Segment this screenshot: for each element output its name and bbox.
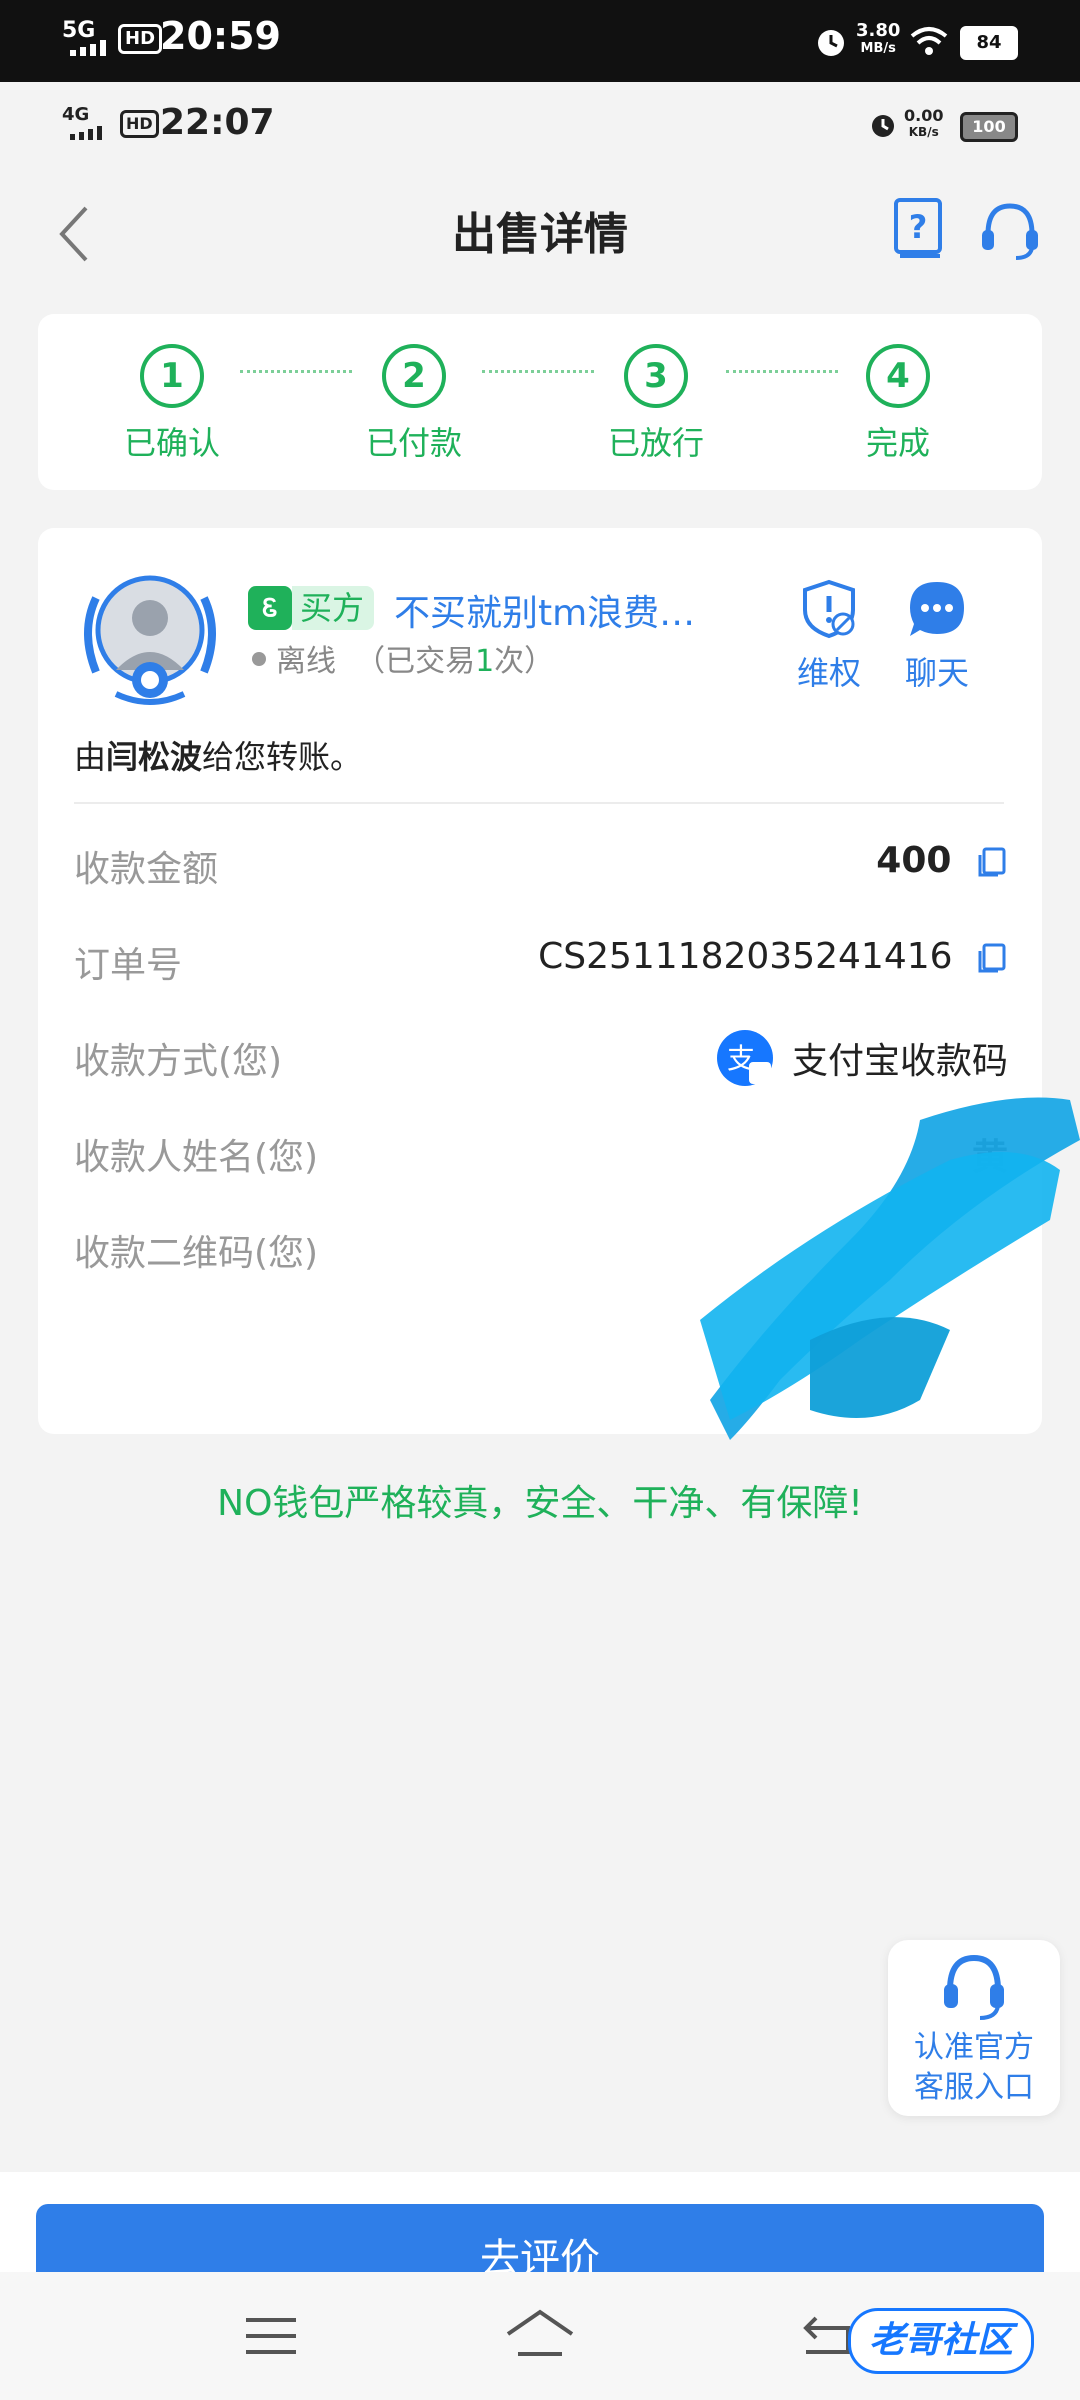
buyer-name[interactable]: 不买就别tm浪费… <box>394 584 695 636</box>
clock: 22:07 <box>160 102 275 143</box>
help-book-icon[interactable]: ? <box>892 196 946 260</box>
outer-status-bar: 5G HD 20:59 3.80 MB/s 84 <box>0 0 1080 82</box>
signal-icon <box>70 126 102 140</box>
offline-dot-icon <box>252 652 266 666</box>
buyer-status: 离线 （已交易1次） <box>276 644 555 679</box>
slogan-text: NO钱包严格较真，安全、干净、有保障! <box>217 1483 863 1524</box>
step-paid: 2 已付款 <box>344 344 484 464</box>
step-label: 已放行 <box>607 424 704 462</box>
system-nav-bar: 老哥社区 <box>0 2272 1080 2400</box>
step-connector <box>240 370 352 373</box>
step-number: 4 <box>866 344 930 408</box>
step-released: 3 已放行 <box>586 344 726 464</box>
chat-label: 聊天 <box>904 654 969 692</box>
signal-icon <box>70 40 106 56</box>
step-label: 完成 <box>865 424 930 462</box>
transfer-note: 由闫松波给您转账。 <box>74 738 363 776</box>
buyer-role-tag: 买方 <box>292 586 375 630</box>
network-type: 4G <box>62 104 90 125</box>
amount-label: 收款金额 <box>74 849 219 890</box>
order-number-value: CS2511182035241416 <box>538 936 1008 977</box>
step-number: 3 <box>624 344 688 408</box>
net-speed: 3.80 MB/s <box>856 20 901 57</box>
step-complete: 4 完成 <box>828 344 968 464</box>
customer-service-icon[interactable] <box>978 198 1042 262</box>
copy-icon[interactable] <box>974 845 1008 879</box>
wifi-icon <box>910 27 948 55</box>
step-number: 2 <box>382 344 446 408</box>
step-connector <box>726 370 838 373</box>
clock: 20:59 <box>160 14 281 58</box>
svg-text:?: ? <box>909 208 928 246</box>
menu-icon[interactable] <box>244 2316 298 2356</box>
watermark-logo: 老哥社区 <box>848 2308 1035 2374</box>
step-confirmed: 1 已确认 <box>102 344 242 464</box>
payment-method-label: 收款方式(您) <box>74 1041 283 1082</box>
page-header: 出售详情 ? <box>0 168 1080 298</box>
shield-icon <box>803 579 855 639</box>
qr-code-label: 收款二维码(您) <box>74 1233 319 1274</box>
step-connector <box>482 370 594 373</box>
alipay-icon: 支 <box>716 1030 773 1086</box>
avatar[interactable] <box>76 562 224 710</box>
protect-rights-label: 维权 <box>796 654 861 692</box>
official-service-float[interactable]: 认准官方 客服入口 <box>888 1940 1060 2116</box>
chat-bubble-icon <box>910 582 964 636</box>
amount-value: 400 <box>876 840 1008 881</box>
redaction-scribble <box>700 1097 1080 1440</box>
alarm-icon <box>872 115 894 137</box>
official-service-label: 认准官方 客服入口 <box>914 2030 1034 2105</box>
hd-badge: HD <box>120 110 159 138</box>
chat-button[interactable]: 聊天 <box>882 578 992 694</box>
step-label: 已付款 <box>365 424 462 462</box>
progress-steps: 1 已确认 2 已付款 3 已放行 4 完成 <box>38 314 1042 490</box>
battery-indicator: 84 <box>960 26 1018 60</box>
buyer-tag-icon: Ꮛ <box>248 586 292 630</box>
battery-indicator: 100 <box>960 112 1018 142</box>
payee-name-label: 收款人姓名(您) <box>74 1137 319 1178</box>
step-number: 1 <box>140 344 204 408</box>
copy-icon[interactable] <box>974 941 1008 975</box>
alarm-icon <box>818 30 844 56</box>
inner-status-bar: 4G HD 22:07 0.00 KB/s 100 <box>0 82 1080 168</box>
home-icon[interactable] <box>504 2308 576 2360</box>
headset-icon <box>944 1954 1004 2020</box>
net-speed: 0.00 KB/s <box>904 106 944 140</box>
order-number-label: 订单号 <box>74 945 183 986</box>
protect-rights-button[interactable]: 维权 <box>774 578 884 694</box>
divider <box>74 802 1004 804</box>
payment-method-value: 支 支付宝收款码 <box>715 1028 1008 1088</box>
step-label: 已确认 <box>123 424 220 462</box>
hd-badge: HD <box>118 24 163 54</box>
